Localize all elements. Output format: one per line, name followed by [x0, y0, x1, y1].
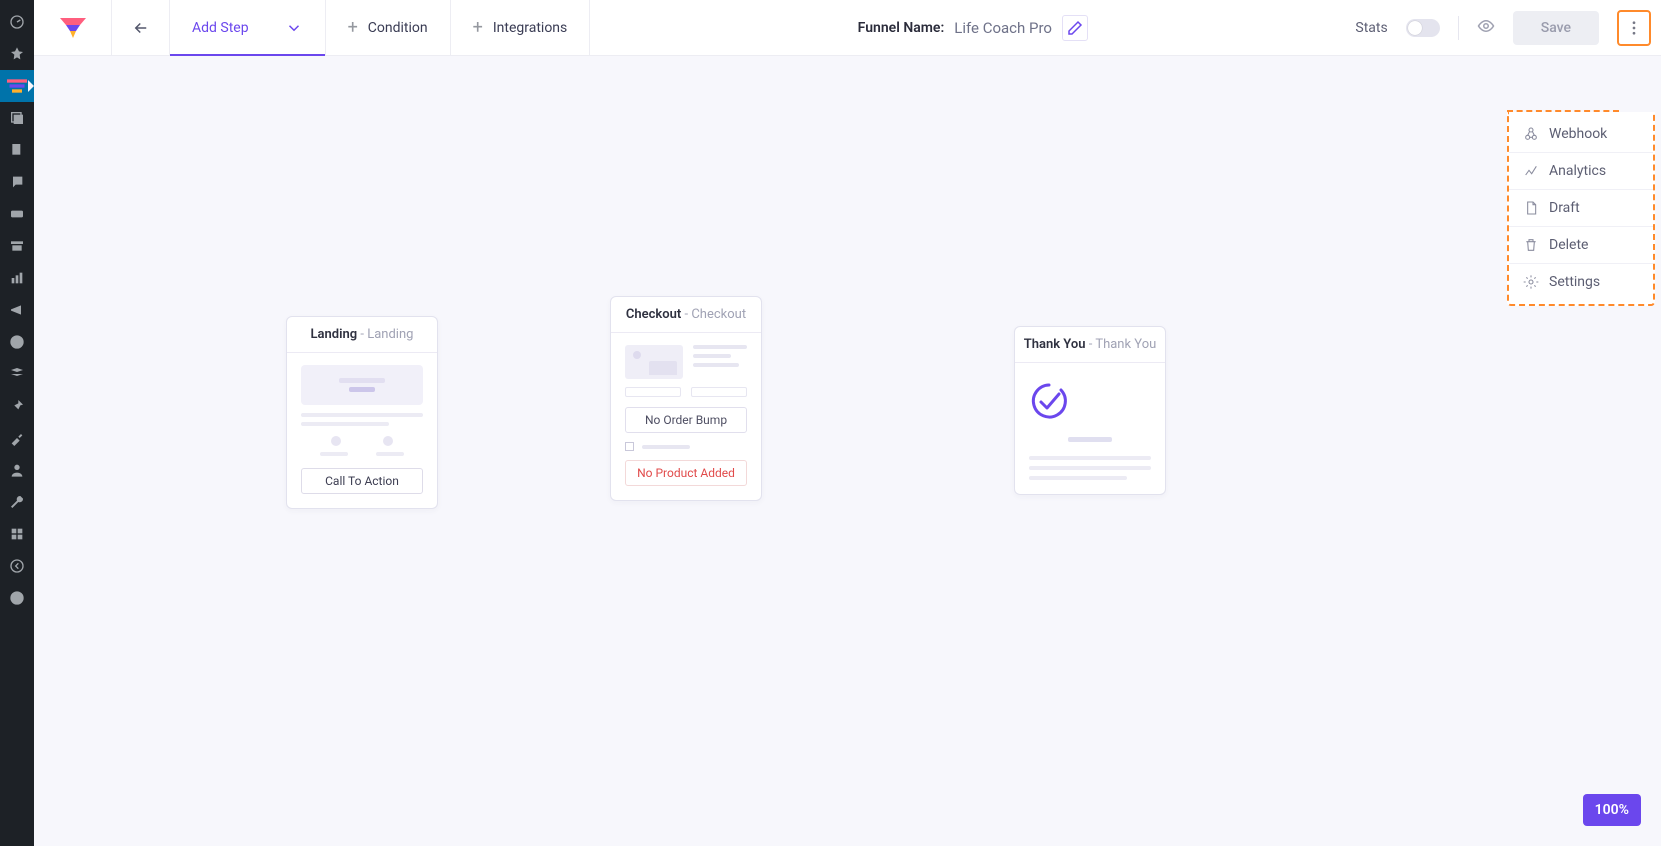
step-type: Checkout: [691, 307, 746, 322]
wp-dashboard-icon[interactable]: [0, 6, 34, 38]
file-icon: [1523, 200, 1539, 216]
wp-woo-icon[interactable]: [0, 198, 34, 230]
menu-label: Delete: [1549, 237, 1588, 253]
step-name: Checkout: [626, 307, 681, 322]
step-card-thankyou[interactable]: Thank You - Thank You: [1014, 326, 1166, 495]
save-button[interactable]: Save: [1513, 11, 1599, 45]
pencil-icon: [1066, 19, 1084, 37]
zoom-level-badge[interactable]: 100%: [1583, 794, 1641, 826]
wp-admin-sidebar: [0, 0, 34, 846]
funnel-canvas[interactable]: Landing - Landing Call To Action Checkou…: [34, 56, 1661, 846]
tab-condition[interactable]: + Condition: [326, 0, 451, 55]
step-card-checkout[interactable]: Checkout - Checkout No Order Bump No Pro…: [610, 296, 762, 501]
stats-toggle[interactable]: [1406, 19, 1440, 37]
step-title: Landing - Landing: [287, 317, 437, 353]
menu-item-settings[interactable]: Settings: [1509, 264, 1653, 300]
tab-integrations[interactable]: + Integrations: [451, 0, 591, 55]
wp-appearance-icon[interactable]: [0, 422, 34, 454]
wp-pin-icon[interactable]: [0, 38, 34, 70]
funnel-name-value: Life Coach Pro: [954, 19, 1052, 37]
wp-pages-icon[interactable]: [0, 134, 34, 166]
analytics-icon: [1523, 163, 1539, 179]
app-logo[interactable]: [34, 0, 112, 55]
step-name: Thank You: [1024, 337, 1086, 352]
more-options-button[interactable]: [1617, 10, 1651, 46]
step-title: Thank You - Thank You: [1015, 327, 1165, 363]
step-connectors: [34, 56, 334, 206]
menu-item-analytics[interactable]: Analytics: [1509, 153, 1653, 190]
tab-add-step[interactable]: Add Step: [170, 0, 326, 55]
tab-integrations-label: Integrations: [493, 20, 567, 36]
no-order-bump-badge[interactable]: No Order Bump: [625, 407, 747, 433]
wp-settings-icon[interactable]: [0, 518, 34, 550]
wp-archive-icon[interactable]: [0, 230, 34, 262]
plus-icon: +: [473, 19, 483, 37]
menu-label: Settings: [1549, 274, 1600, 290]
webhook-icon: [1523, 126, 1539, 142]
wp-pin2-icon[interactable]: [0, 390, 34, 422]
wp-users-icon[interactable]: [0, 454, 34, 486]
menu-item-webhook[interactable]: Webhook: [1509, 116, 1653, 153]
funnel-name-label: Funnel Name:: [858, 20, 945, 36]
checkmark-icon: [1029, 381, 1069, 421]
wp-media-icon[interactable]: [0, 102, 34, 134]
dots-vertical-icon: [1625, 19, 1643, 37]
wp-templates-icon[interactable]: [0, 358, 34, 390]
tab-add-step-label: Add Step: [192, 20, 249, 36]
step-name: Landing: [311, 327, 358, 342]
wp-marketing-icon[interactable]: [0, 294, 34, 326]
funnel-editor-app: Add Step + Condition + Integrations Funn…: [34, 0, 1661, 846]
more-options-menu: Webhook Analytics Draft Delete Settings: [1507, 112, 1655, 306]
edit-name-button[interactable]: [1062, 15, 1088, 41]
stats-label: Stats: [1355, 20, 1387, 36]
chevron-down-icon: [285, 19, 303, 37]
gear-icon: [1523, 274, 1539, 290]
cta-button[interactable]: Call To Action: [301, 468, 423, 494]
menu-label: Analytics: [1549, 163, 1606, 179]
trash-icon: [1523, 237, 1539, 253]
step-preview: [1015, 363, 1165, 494]
wp-comments-icon[interactable]: [0, 166, 34, 198]
wp-elementor-icon[interactable]: [0, 326, 34, 358]
menu-item-draft[interactable]: Draft: [1509, 190, 1653, 227]
back-button[interactable]: [112, 0, 170, 55]
tab-condition-label: Condition: [368, 20, 428, 36]
no-product-badge[interactable]: No Product Added: [625, 460, 747, 486]
wp-funnel-icon[interactable]: [0, 70, 34, 102]
menu-item-delete[interactable]: Delete: [1509, 227, 1653, 264]
step-card-landing[interactable]: Landing - Landing Call To Action: [286, 316, 438, 509]
step-title: Checkout - Checkout: [611, 297, 761, 333]
menu-label: Draft: [1549, 200, 1580, 216]
wp-tools-icon[interactable]: [0, 486, 34, 518]
topbar: Add Step + Condition + Integrations Funn…: [34, 0, 1661, 56]
funnel-name-section: Funnel Name: Life Coach Pro: [590, 0, 1355, 55]
eye-icon: [1477, 17, 1495, 35]
wp-play-icon[interactable]: [0, 582, 34, 614]
step-preview: No Order Bump No Product Added: [611, 333, 761, 500]
topbar-right: Stats Save: [1355, 0, 1661, 55]
preview-button[interactable]: [1477, 17, 1495, 39]
wp-analytics-icon[interactable]: [0, 262, 34, 294]
arrow-left-icon: [132, 19, 150, 37]
wp-collapse-icon[interactable]: [0, 550, 34, 582]
plus-icon: +: [348, 19, 358, 37]
divider: [1458, 16, 1459, 40]
step-type: Thank You: [1095, 337, 1156, 352]
step-preview: Call To Action: [287, 353, 437, 508]
menu-label: Webhook: [1549, 126, 1607, 142]
step-type: Landing: [367, 327, 413, 342]
